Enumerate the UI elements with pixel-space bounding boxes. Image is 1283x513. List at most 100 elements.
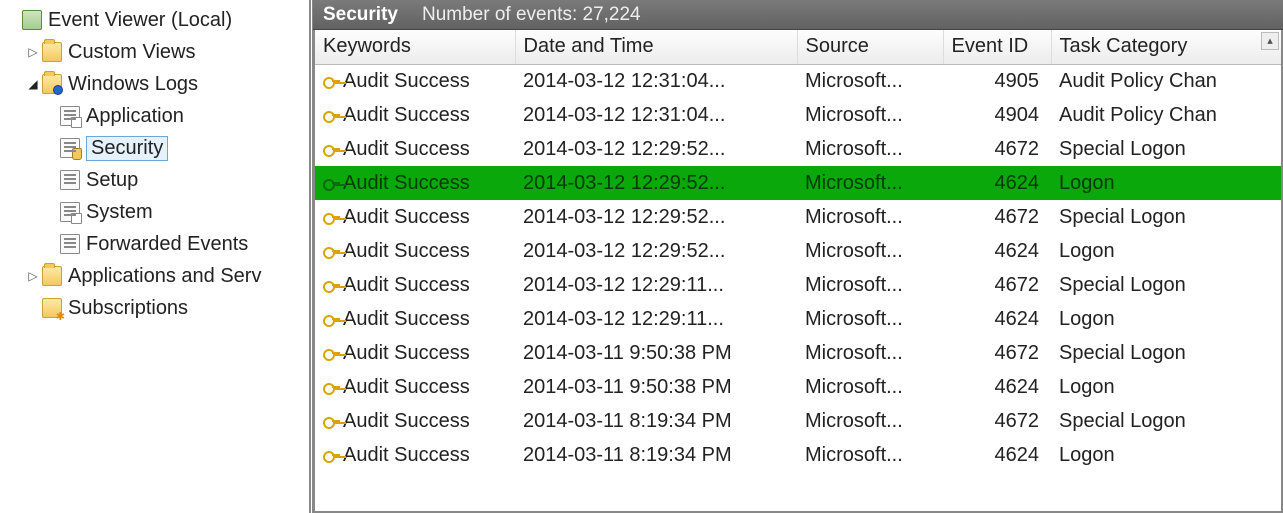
cell-eventid: 4672 bbox=[943, 404, 1051, 438]
cell-eventid: 4672 bbox=[943, 132, 1051, 166]
tree-node-custom-views[interactable]: ▷ Custom Views bbox=[6, 36, 309, 68]
cell-source: Microsoft... bbox=[797, 98, 943, 132]
tree-label: Windows Logs bbox=[68, 73, 198, 96]
folder-icon bbox=[42, 42, 62, 62]
tree-label: Application bbox=[86, 105, 184, 128]
key-icon bbox=[323, 175, 339, 191]
expander-collapsed-icon[interactable]: ▷ bbox=[26, 269, 40, 283]
pane-titlebar: Security Number of events: 27,224 bbox=[313, 0, 1283, 30]
column-header-eventid[interactable]: Event ID bbox=[943, 30, 1051, 64]
table-row[interactable]: Audit Success2014-03-12 12:29:52...Micro… bbox=[315, 132, 1281, 166]
cell-source: Microsoft... bbox=[797, 132, 943, 166]
table-row[interactable]: Audit Success2014-03-11 9:50:38 PMMicros… bbox=[315, 336, 1281, 370]
cell-source: Microsoft... bbox=[797, 404, 943, 438]
key-icon bbox=[323, 277, 339, 293]
cell-source: Microsoft... bbox=[797, 166, 943, 200]
cell-taskcat: Special Logon bbox=[1051, 268, 1281, 302]
cell-datetime: 2014-03-11 9:50:38 PM bbox=[515, 336, 797, 370]
table-row[interactable]: Audit Success2014-03-11 8:19:34 PMMicros… bbox=[315, 404, 1281, 438]
cell-datetime: 2014-03-12 12:29:52... bbox=[515, 132, 797, 166]
cell-datetime: 2014-03-12 12:29:11... bbox=[515, 302, 797, 336]
tree-label: Forwarded Events bbox=[86, 233, 248, 256]
tree-node-windows-logs[interactable]: ◢ Windows Logs bbox=[6, 68, 309, 100]
column-header-keywords[interactable]: Keywords bbox=[315, 30, 515, 64]
cell-source: Microsoft... bbox=[797, 370, 943, 404]
tree-node-subscriptions[interactable]: Subscriptions bbox=[6, 292, 309, 324]
subscriptions-icon bbox=[42, 298, 62, 318]
tree-node-apps-services[interactable]: ▷ Applications and Serv bbox=[6, 260, 309, 292]
log-icon bbox=[60, 234, 80, 254]
cell-taskcat: Logon bbox=[1051, 438, 1281, 472]
cell-eventid: 4624 bbox=[943, 370, 1051, 404]
table-row[interactable]: Audit Success2014-03-12 12:29:52...Micro… bbox=[315, 234, 1281, 268]
folder-icon bbox=[42, 266, 62, 286]
log-icon bbox=[60, 170, 80, 190]
cell-source: Microsoft... bbox=[797, 200, 943, 234]
key-icon bbox=[323, 311, 339, 327]
key-icon bbox=[323, 243, 339, 259]
tree-node-security[interactable]: Security bbox=[6, 132, 309, 164]
tree-node-forwarded[interactable]: Forwarded Events bbox=[6, 228, 309, 260]
tree-node-application[interactable]: Application bbox=[6, 100, 309, 132]
tree-label: Applications and Serv bbox=[68, 265, 261, 288]
column-header-datetime[interactable]: Date and Time bbox=[515, 30, 797, 64]
cell-datetime: 2014-03-11 8:19:34 PM bbox=[515, 404, 797, 438]
tree-node-system[interactable]: System bbox=[6, 196, 309, 228]
key-icon bbox=[323, 141, 339, 157]
tree-label: Setup bbox=[86, 169, 138, 192]
cell-eventid: 4904 bbox=[943, 98, 1051, 132]
cell-datetime: 2014-03-12 12:31:04... bbox=[515, 98, 797, 132]
tree-label: System bbox=[86, 201, 153, 224]
eventviewer-icon bbox=[22, 10, 42, 30]
key-icon bbox=[323, 209, 339, 225]
cell-keywords: Audit Success bbox=[315, 64, 515, 98]
cell-source: Microsoft... bbox=[797, 234, 943, 268]
table-row[interactable]: Audit Success2014-03-12 12:29:11...Micro… bbox=[315, 302, 1281, 336]
cell-keywords: Audit Success bbox=[315, 404, 515, 438]
cell-datetime: 2014-03-11 8:19:34 PM bbox=[515, 438, 797, 472]
cell-datetime: 2014-03-12 12:31:04... bbox=[515, 64, 797, 98]
cell-source: Microsoft... bbox=[797, 336, 943, 370]
cell-datetime: 2014-03-11 9:50:38 PM bbox=[515, 370, 797, 404]
table-row[interactable]: Audit Success2014-03-12 12:31:04...Micro… bbox=[315, 64, 1281, 98]
table-row[interactable]: Audit Success2014-03-11 8:19:34 PMMicros… bbox=[315, 438, 1281, 472]
cell-eventid: 4624 bbox=[943, 302, 1051, 336]
column-header-taskcat[interactable]: Task Category bbox=[1051, 30, 1281, 64]
cell-keywords: Audit Success bbox=[315, 166, 515, 200]
tree-label: Custom Views bbox=[68, 41, 195, 64]
table-row[interactable]: Audit Success2014-03-11 9:50:38 PMMicros… bbox=[315, 370, 1281, 404]
column-header-source[interactable]: Source bbox=[797, 30, 943, 64]
folder-icon bbox=[42, 74, 62, 94]
cell-eventid: 4624 bbox=[943, 166, 1051, 200]
cell-datetime: 2014-03-12 12:29:52... bbox=[515, 166, 797, 200]
tree-label: Subscriptions bbox=[68, 297, 188, 320]
tree-label: Event Viewer (Local) bbox=[48, 9, 232, 32]
cell-taskcat: Audit Policy Chan bbox=[1051, 98, 1281, 132]
cell-keywords: Audit Success bbox=[315, 336, 515, 370]
tree-root[interactable]: Event Viewer (Local) bbox=[6, 4, 309, 36]
log-icon bbox=[60, 202, 80, 222]
table-row[interactable]: Audit Success2014-03-12 12:31:04...Micro… bbox=[315, 98, 1281, 132]
table-row[interactable]: Audit Success2014-03-12 12:29:11...Micro… bbox=[315, 268, 1281, 302]
table-row[interactable]: Audit Success2014-03-12 12:29:52...Micro… bbox=[315, 166, 1281, 200]
tree-node-setup[interactable]: Setup bbox=[6, 164, 309, 196]
log-icon bbox=[60, 106, 80, 126]
cell-eventid: 4672 bbox=[943, 268, 1051, 302]
pane-title: Security bbox=[323, 4, 398, 26]
cell-eventid: 4905 bbox=[943, 64, 1051, 98]
scroll-up-button[interactable]: ▴ bbox=[1261, 32, 1279, 50]
cell-taskcat: Logon bbox=[1051, 370, 1281, 404]
table-row[interactable]: Audit Success2014-03-12 12:29:52...Micro… bbox=[315, 200, 1281, 234]
key-icon bbox=[323, 73, 339, 89]
cell-taskcat: Special Logon bbox=[1051, 200, 1281, 234]
cell-datetime: 2014-03-12 12:29:11... bbox=[515, 268, 797, 302]
expander-collapsed-icon[interactable]: ▷ bbox=[26, 45, 40, 59]
cell-source: Microsoft... bbox=[797, 438, 943, 472]
cell-taskcat: Special Logon bbox=[1051, 336, 1281, 370]
cell-keywords: Audit Success bbox=[315, 302, 515, 336]
cell-keywords: Audit Success bbox=[315, 200, 515, 234]
expander-expanded-icon[interactable]: ◢ bbox=[26, 77, 40, 91]
key-icon bbox=[323, 379, 339, 395]
cell-keywords: Audit Success bbox=[315, 132, 515, 166]
cell-keywords: Audit Success bbox=[315, 370, 515, 404]
